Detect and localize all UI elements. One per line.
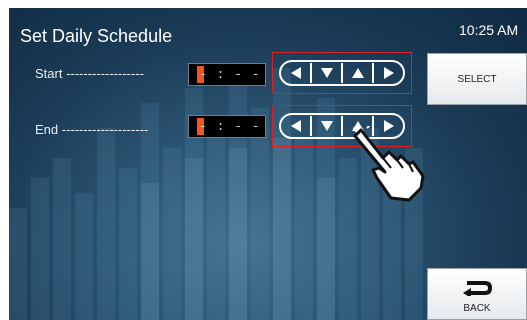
back-button[interactable]: BACK — [427, 268, 527, 320]
end-time-field[interactable]: - : - - — [188, 115, 266, 138]
back-arrow-icon — [463, 281, 493, 296]
page-title: Set Daily Schedule — [20, 26, 173, 46]
start-time-value: - : - - — [199, 67, 261, 82]
right-arrow-icon — [383, 67, 394, 79]
left-arrow-icon — [290, 120, 301, 132]
left-arrow-button[interactable] — [281, 115, 310, 137]
left-arrow-icon — [290, 67, 301, 79]
clock-time: 10:25 AM — [459, 22, 519, 38]
down-arrow-icon — [320, 121, 333, 131]
start-row-label: Start ------------------ — [35, 66, 144, 81]
start-time-field[interactable]: - : - - — [188, 63, 266, 86]
select-button-label: SELECT — [457, 74, 497, 85]
down-arrow-button[interactable] — [312, 115, 341, 137]
down-arrow-button[interactable] — [312, 62, 341, 84]
start-arrow-highlight — [272, 52, 412, 94]
right-arrow-button[interactable] — [374, 62, 403, 84]
pointing-hand-icon — [353, 126, 425, 202]
up-arrow-button[interactable] — [343, 62, 372, 84]
back-button-label: BACK — [463, 303, 491, 314]
left-arrow-button[interactable] — [281, 62, 310, 84]
end-row-label: End -------------------- — [35, 122, 149, 137]
start-arrow-control — [279, 60, 405, 86]
end-time-value: - : - - — [199, 119, 261, 134]
select-button[interactable]: SELECT — [427, 53, 527, 105]
display-screen: Set Daily Schedule 10:25 AM Start ------… — [9, 8, 527, 320]
up-arrow-icon — [351, 68, 364, 78]
down-arrow-icon — [320, 68, 333, 78]
